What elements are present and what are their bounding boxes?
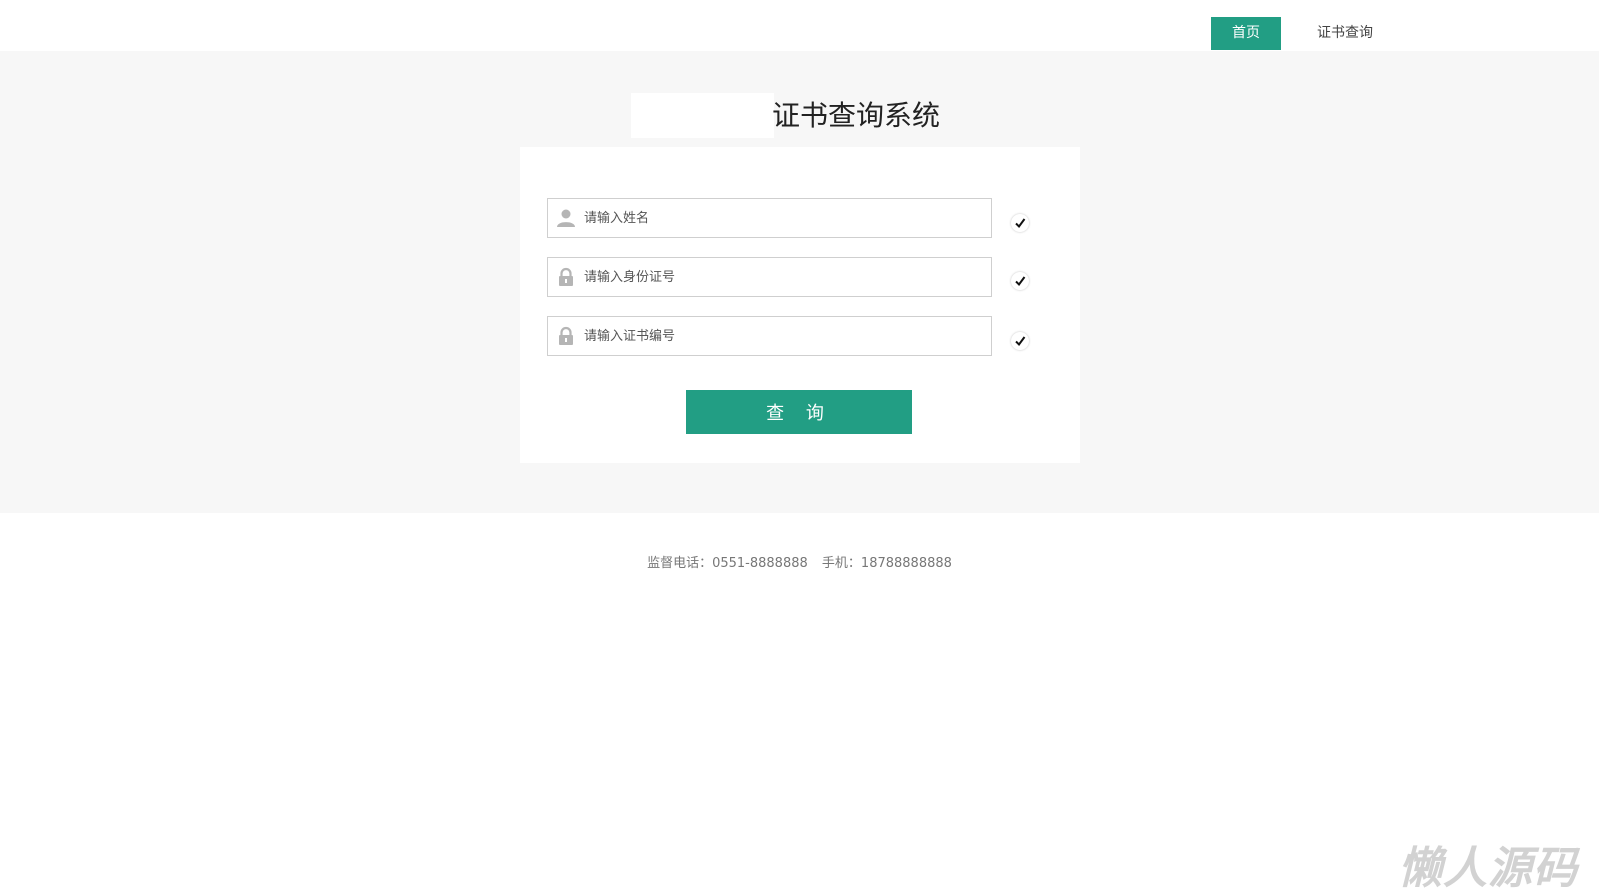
name-check-icon xyxy=(1011,214,1029,232)
certificate-number-input[interactable] xyxy=(584,317,984,355)
page-title: 证书查询系统 xyxy=(772,99,941,132)
id-number-field xyxy=(547,257,992,297)
nav-home-tab[interactable]: 首页 xyxy=(1211,17,1281,50)
name-input[interactable] xyxy=(584,199,984,237)
supervision-phone: 监督电话：0551-8888888 xyxy=(647,556,808,571)
id-number-input[interactable] xyxy=(584,258,984,296)
top-nav-bar: 首页 证书查询 xyxy=(0,0,1599,51)
mobile-phone: 手机：18788888888 xyxy=(821,556,952,571)
lock-icon xyxy=(556,267,576,287)
id-number-check-icon xyxy=(1011,272,1029,290)
name-field xyxy=(547,198,992,238)
user-icon xyxy=(556,208,576,228)
footer-contact: 监督电话：0551-8888888 手机：18788888888 xyxy=(0,552,1599,571)
query-form-card: 查 询 xyxy=(520,147,1080,463)
logo-placeholder xyxy=(631,93,774,138)
nav-certificate-query-tab[interactable]: 证书查询 xyxy=(1305,17,1385,50)
certificate-number-check-icon xyxy=(1011,332,1029,350)
lock-icon xyxy=(556,326,576,346)
query-submit-button[interactable]: 查 询 xyxy=(686,390,912,434)
watermark-logo: 懒人源码 xyxy=(1398,843,1578,894)
certificate-number-field xyxy=(547,316,992,356)
